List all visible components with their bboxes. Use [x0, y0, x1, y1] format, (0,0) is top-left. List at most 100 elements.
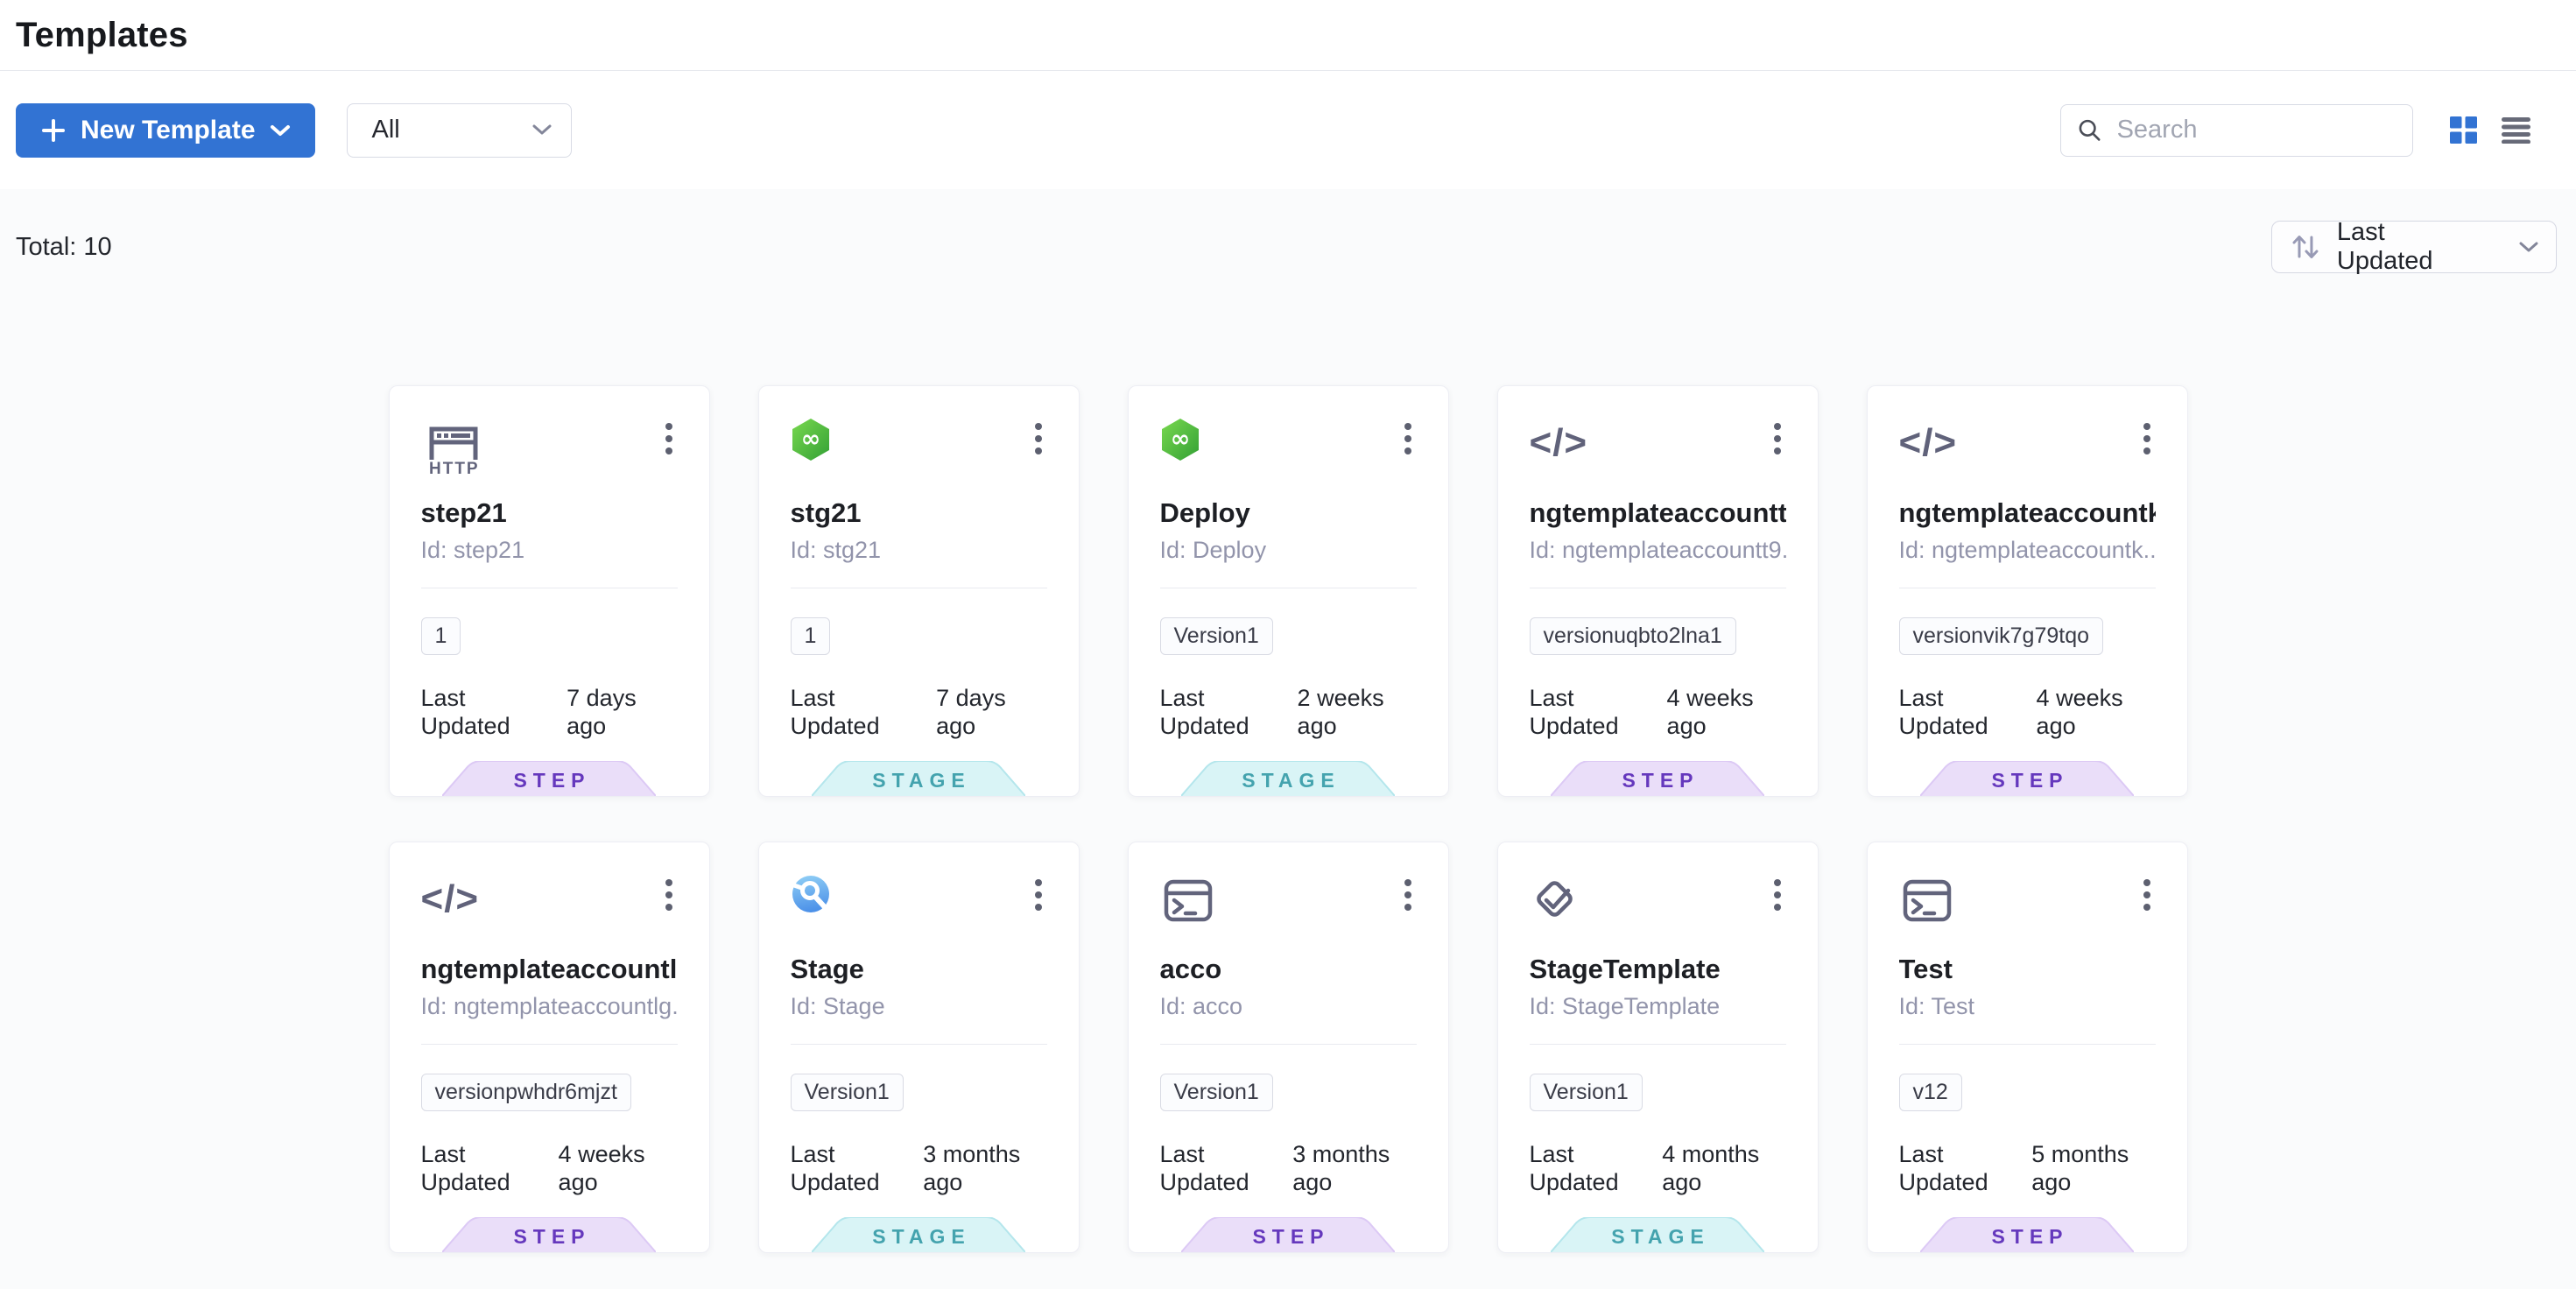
sort-value: Last Updated: [2337, 218, 2488, 276]
last-updated-label: Last Updated: [1160, 684, 1286, 740]
entity-type-ribbon: STEP: [1920, 1217, 2134, 1252]
last-updated-value: 7 days ago: [936, 684, 1046, 740]
template-id: Id: StageTemplate: [1530, 991, 1786, 1021]
template-id: Id: step21: [421, 535, 678, 565]
template-card[interactable]: </> ngtemplateaccountl... Id: ngtemplate…: [389, 842, 710, 1253]
kebab-menu-icon[interactable]: [1030, 876, 1047, 914]
template-id: Id: ngtemplateaccountk...: [1899, 535, 2156, 565]
last-updated-value: 2 weeks ago: [1298, 684, 1417, 740]
entity-type-ribbon: STEP: [1551, 761, 1764, 796]
last-updated-label: Last Updated: [1530, 1140, 1651, 1196]
page-title: Templates: [16, 16, 188, 55]
kebab-menu-icon[interactable]: [1769, 876, 1786, 914]
version-badge: Version1: [1530, 1074, 1643, 1111]
template-title: StageTemplate: [1530, 953, 1786, 986]
list-view-button[interactable]: [2502, 116, 2530, 144]
version-badge: versionvik7g79tqo: [1899, 617, 2104, 655]
last-updated-label: Last Updated: [791, 1140, 912, 1196]
last-updated-label: Last Updated: [1899, 684, 2025, 740]
meta-row: Total: 10 Last Updated: [0, 189, 2576, 273]
template-card[interactable]: </> ngtemplateaccountk... Id: ngtemplate…: [1867, 385, 2188, 797]
card-divider: [1899, 1044, 2156, 1045]
kebab-menu-icon[interactable]: [2138, 419, 2156, 458]
template-id: Id: Test: [1899, 991, 2156, 1021]
template-title: Deploy: [1160, 497, 1417, 530]
search-box: [2060, 104, 2413, 157]
template-id: Id: ngtemplateaccountlg...: [421, 991, 678, 1021]
chevron-down-icon: [532, 124, 552, 136]
template-card[interactable]: StageTemplate Id: StageTemplate Version1…: [1497, 842, 1819, 1253]
template-id: Id: Deploy: [1160, 535, 1417, 565]
entity-type-ribbon: STAGE: [1551, 1217, 1764, 1252]
entity-type-ribbon: STEP: [442, 1217, 656, 1252]
last-updated-label: Last Updated: [421, 1140, 547, 1196]
http-icon: HTTP: [421, 418, 482, 480]
card-divider: [791, 1044, 1047, 1045]
kebab-menu-icon[interactable]: [1399, 419, 1417, 458]
grid-view-icon: [2450, 116, 2477, 144]
approval-icon: [1530, 874, 1580, 929]
entity-type-ribbon: STEP: [1920, 761, 2134, 796]
code-icon: </>: [1530, 418, 1588, 468]
card-divider: [421, 1044, 678, 1045]
kebab-menu-icon[interactable]: [1030, 419, 1047, 458]
template-grid: HTTP step21 Id: step21 1 Last Updated 7 …: [389, 385, 2188, 1253]
template-id: Id: acco: [1160, 991, 1417, 1021]
view-toggles: [2450, 116, 2530, 144]
chevron-down-icon: [270, 124, 291, 137]
template-title: ngtemplateaccountt...: [1530, 497, 1786, 530]
kebab-menu-icon[interactable]: [1769, 419, 1786, 458]
version-badge: versionpwhdr6mjzt: [421, 1074, 631, 1111]
code-icon: </>: [1899, 418, 1958, 468]
template-title: acco: [1160, 953, 1417, 986]
search-input[interactable]: [2115, 115, 2397, 145]
last-updated-label: Last Updated: [421, 684, 556, 740]
last-updated-label: Last Updated: [791, 684, 926, 740]
last-updated-label: Last Updated: [1899, 1140, 2021, 1196]
entity-type-ribbon: STAGE: [812, 1217, 1025, 1252]
last-updated-label: Last Updated: [1160, 1140, 1282, 1196]
sort-select[interactable]: Last Updated: [2271, 221, 2557, 273]
last-updated-label: Last Updated: [1530, 684, 1656, 740]
version-badge: versionuqbto2lna1: [1530, 617, 1736, 655]
search-icon: [2077, 116, 2103, 145]
grid-view-button[interactable]: [2450, 116, 2477, 144]
template-title: step21: [421, 497, 678, 530]
kebab-menu-icon[interactable]: [660, 419, 678, 458]
scope-filter-select[interactable]: All: [347, 103, 572, 158]
kebab-menu-icon[interactable]: [1399, 876, 1417, 914]
list-view-icon: [2502, 116, 2530, 144]
template-card[interactable]: ∞ stg21 Id: stg21 1 Last Updated 7 days …: [758, 385, 1080, 797]
svg-text:HTTP: HTTP: [429, 460, 480, 475]
templates-section: Total: 10 Last Updated HTTP step21 Id: s…: [0, 189, 2576, 1289]
template-id: Id: ngtemplateaccountt9...: [1530, 535, 1786, 565]
template-card[interactable]: HTTP step21 Id: step21 1 Last Updated 7 …: [389, 385, 710, 797]
last-updated-value: 3 months ago: [1292, 1140, 1416, 1196]
page-header: Templates: [0, 0, 2576, 71]
terminal-icon: [1160, 874, 1216, 931]
code-icon: </>: [421, 874, 480, 925]
plus-icon: [40, 117, 67, 144]
template-card[interactable]: </> ngtemplateaccountt... Id: ngtemplate…: [1497, 385, 1819, 797]
kebab-menu-icon[interactable]: [2138, 876, 2156, 914]
last-updated-value: 4 weeks ago: [2037, 684, 2156, 740]
template-title: Test: [1899, 953, 2156, 986]
entity-type-ribbon: STAGE: [1181, 761, 1395, 796]
chevron-down-icon: [2519, 242, 2538, 253]
entity-type-ribbon: STAGE: [812, 761, 1025, 796]
template-card[interactable]: Test Id: Test v12 Last Updated 5 months …: [1867, 842, 2188, 1253]
last-updated-value: 4 months ago: [1662, 1140, 1785, 1196]
template-card[interactable]: acco Id: acco Version1 Last Updated 3 mo…: [1128, 842, 1449, 1253]
template-card[interactable]: ∞ Deploy Id: Deploy Version1 Last Update…: [1128, 385, 1449, 797]
entity-type-ribbon: STEP: [442, 761, 656, 796]
version-badge: 1: [791, 617, 831, 655]
last-updated-value: 5 months ago: [2031, 1140, 2155, 1196]
template-title: Stage: [791, 953, 1047, 986]
total-count: Total: 10: [16, 233, 112, 262]
version-badge: 1: [421, 617, 461, 655]
entity-type-ribbon: STEP: [1181, 1217, 1395, 1252]
template-card[interactable]: Stage Id: Stage Version1 Last Updated 3 …: [758, 842, 1080, 1253]
new-template-button[interactable]: New Template: [16, 103, 315, 158]
kebab-menu-icon[interactable]: [660, 876, 678, 914]
last-updated-value: 7 days ago: [567, 684, 677, 740]
